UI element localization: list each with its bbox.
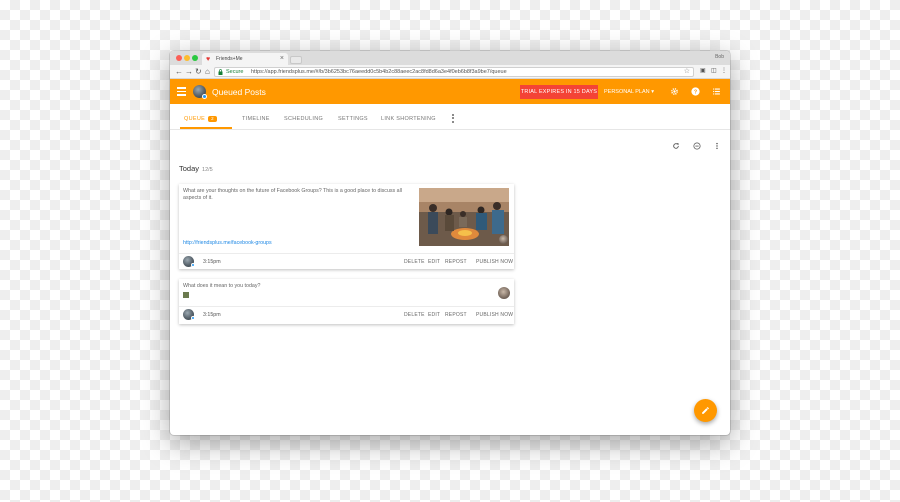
queued-post-card[interactable]: What are your thoughts on the future of … [179,184,514,269]
url-text: https://app.friendsplus.me/#/b/3b6253bc7… [251,69,507,75]
day-title: Today [179,164,200,173]
window-user-label: Bob [715,54,724,60]
queue-count-badge: 2 [208,116,217,122]
reload-icon[interactable]: ↻ [195,67,202,76]
post-time: 3:15pm [203,312,221,318]
post-thumbnail [183,292,189,298]
publish-now-button[interactable]: PUBLISH NOW [476,312,513,318]
pause-icon[interactable] [693,142,701,150]
post-link[interactable]: http://friendsplus.me/facebook-groups [183,240,272,246]
pencil-icon [702,407,709,414]
delete-button[interactable]: DELETE [404,259,425,265]
browser-window: ♥ Friends+Me × Bob ← → ↻ ⌂ Secure https:… [170,51,730,435]
post-footer: 3:15pm DELETE EDIT REPOST PUBLISH NOW [179,253,514,269]
cast-icon[interactable]: ◫ [711,68,717,75]
network-badge-icon [202,94,207,99]
day-heading: Today 12/5 [179,164,213,173]
close-icon[interactable]: × [280,55,284,62]
secure-label: Secure [226,69,244,75]
post-image[interactable] [419,188,509,246]
campfire-photo [419,188,509,246]
tab-timeline[interactable]: TIMELINE [242,116,270,122]
account-name: PERSONAL PLAN [604,89,650,95]
repost-button[interactable]: REPOST [445,312,467,318]
active-tab-indicator [180,127,232,129]
tab-queue[interactable]: QUEUE 2 [184,116,217,122]
back-icon[interactable]: ← [175,67,183,76]
queue-tabs: QUEUE 2 TIMELINE SCHEDULING SETTINGS LINK… [170,104,730,130]
close-window-button[interactable] [176,55,182,61]
edit-button[interactable]: EDIT [428,259,440,265]
extension-icon[interactable]: ▣ [700,68,706,75]
author-avatar [498,287,510,299]
delete-button[interactable]: DELETE [404,312,425,318]
lock-icon [218,69,223,75]
more-vert-icon[interactable]: ⋮ [721,68,727,75]
tab-settings[interactable]: SETTINGS [338,116,368,122]
list-icon[interactable] [712,87,721,96]
more-tabs-icon[interactable] [452,114,455,123]
browser-toolbar: ← → ↻ ⌂ Secure https://app.friendsplus.m… [170,65,730,79]
trial-banner[interactable]: TRIAL EXPIRES IN 15 DAYS [520,85,598,99]
svg-text:?: ? [694,89,697,95]
star-icon[interactable]: ☆ [684,68,690,76]
network-badge-icon [191,263,195,267]
page-title: Queued Posts [212,87,266,97]
menu-icon[interactable] [177,87,186,96]
tab-scheduling[interactable]: SCHEDULING [284,116,323,122]
tab-queue-label: QUEUE [184,116,206,122]
account-dropdown[interactable]: PERSONAL PLAN ▾ [604,89,654,95]
gear-icon[interactable] [670,87,679,96]
browser-titlebar: ♥ Friends+Me × Bob [170,51,730,65]
maximize-window-button[interactable] [192,55,198,61]
heart-icon: ♥ [206,56,211,63]
new-tab-button[interactable] [290,56,302,64]
post-footer: 3:15pm DELETE EDIT REPOST PUBLISH NOW [179,306,514,322]
publish-now-button[interactable]: PUBLISH NOW [476,259,513,265]
tab-link-shortening[interactable]: LINK SHORTENING [381,116,436,122]
day-date: 12/5 [202,167,213,173]
forward-icon[interactable]: → [185,67,193,76]
more-vert-icon[interactable] [713,142,721,150]
home-icon[interactable]: ⌂ [205,67,210,76]
author-avatar [499,235,508,244]
compose-button[interactable] [694,399,717,422]
post-time: 3:15pm [203,259,221,265]
queued-post-card[interactable]: What does it mean to you today? 3:15pm D… [179,279,514,324]
minimize-window-button[interactable] [184,55,190,61]
edit-button[interactable]: EDIT [428,312,440,318]
browser-tab-title: Friends+Me [216,56,243,62]
chevron-down-icon: ▾ [651,89,654,95]
post-text: What does it mean to you today? [183,283,261,289]
post-text: What are your thoughts on the future of … [183,188,402,201]
address-bar[interactable]: Secure https://app.friendsplus.me/#/b/3b… [214,67,694,77]
app-header: Queued Posts TRIAL EXPIRES IN 15 DAYS PE… [170,79,730,104]
help-icon[interactable]: ? [691,87,700,96]
network-badge-icon [191,316,195,320]
repost-button[interactable]: REPOST [445,259,467,265]
refresh-icon[interactable] [672,142,680,150]
browser-tab[interactable]: ♥ Friends+Me × [202,53,288,65]
